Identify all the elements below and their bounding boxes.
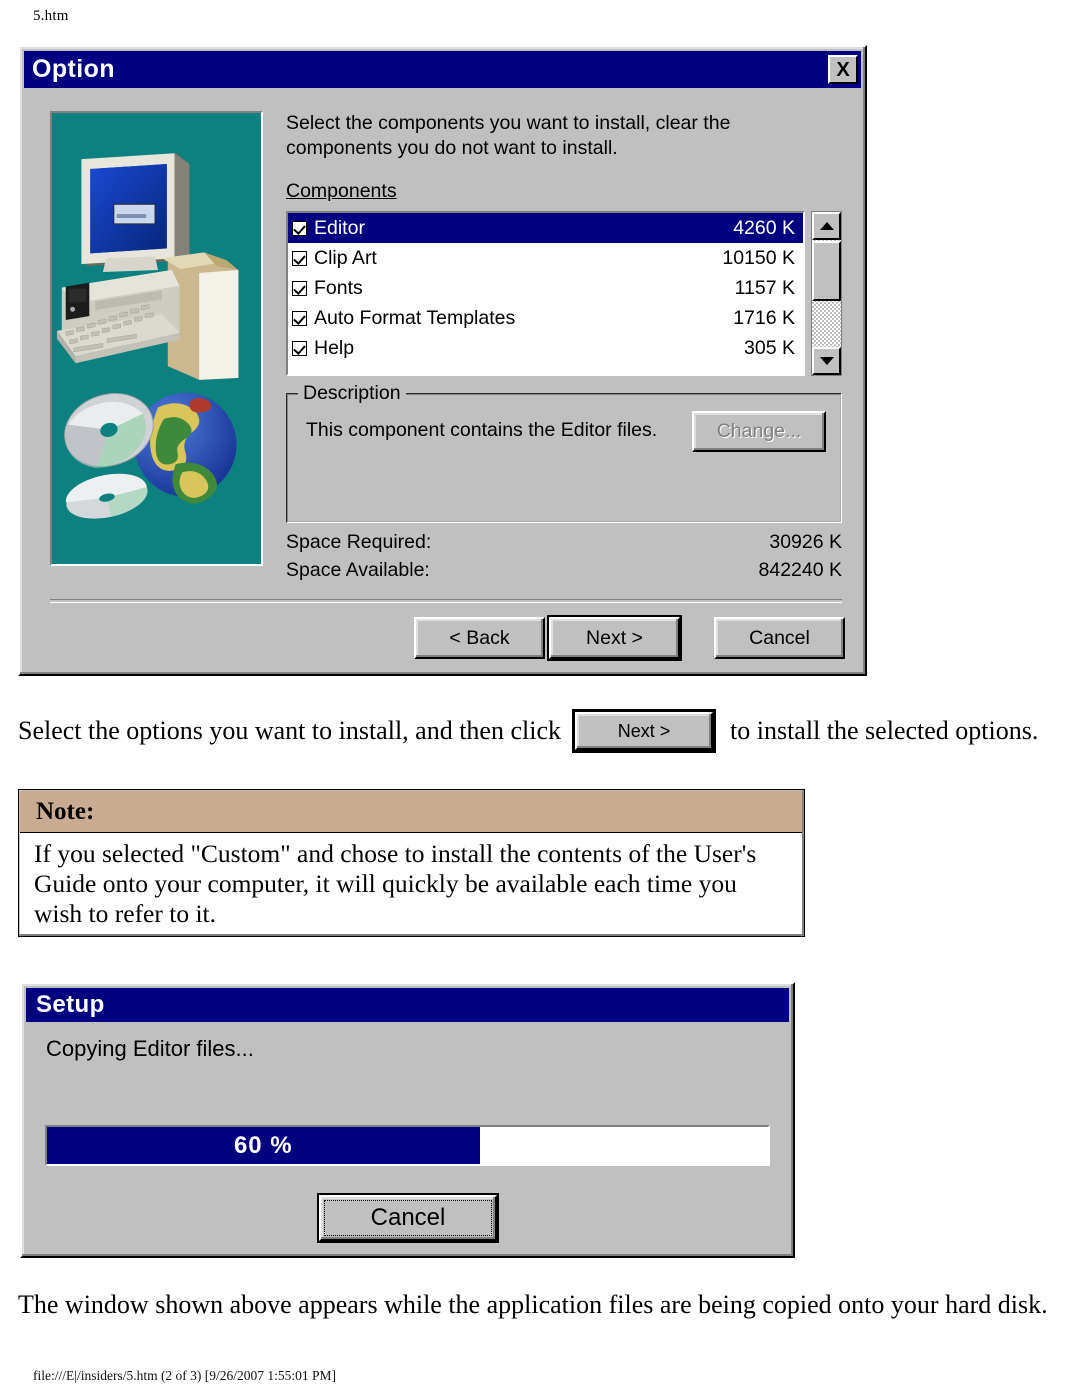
checkbox-icon[interactable] [292, 220, 307, 236]
component-size: 10150 K [722, 246, 795, 269]
setup-dialog-titlebar: Setup [26, 988, 789, 1022]
back-button[interactable]: < Back [414, 617, 545, 659]
focus-rectangle [324, 1200, 492, 1236]
next-button[interactable]: Next > [549, 617, 680, 659]
instruction-paragraph-2: The window shown above appears while the… [18, 1290, 1048, 1319]
component-row[interactable]: Auto Format Templates 1716 K [288, 303, 803, 333]
close-icon[interactable]: X [828, 55, 858, 84]
setup-dialog: Setup Copying Editor files... 60 % Cance… [20, 982, 795, 1258]
component-size: 1157 K [734, 276, 795, 299]
space-available-row: Space Available: 842240 K [286, 559, 842, 582]
description-groupbox: Description This component contains the … [286, 382, 842, 523]
scroll-down-button[interactable] [812, 347, 841, 375]
description-text: This component contains the Editor files… [306, 419, 658, 441]
space-available-value: 842240 K [758, 559, 843, 581]
space-available-label: Space Available: [286, 559, 430, 581]
triangle-down-icon [819, 357, 834, 365]
components-label-mnemonic: Components [286, 180, 397, 202]
scrollbar-thumb[interactable] [812, 241, 841, 301]
component-size: 305 K [744, 336, 795, 359]
paragraph-1-after: to install the selected options. [730, 716, 1039, 745]
setup-illustration [50, 111, 263, 566]
note-heading: Note: [20, 791, 802, 833]
components-label: Components [286, 180, 397, 203]
page-footer-path: file:///E|/insiders/5.htm (2 of 3) [9/26… [33, 1368, 337, 1383]
checkbox-icon[interactable] [292, 280, 307, 296]
inline-next-button[interactable]: Next > [575, 712, 714, 750]
option-dialog: Option X Select the components you want … [18, 45, 867, 676]
triangle-up-icon [819, 222, 834, 230]
components-listbox[interactable]: Editor 4260 K Clip Art 10150 K Fonts 1157 K Au… [286, 211, 805, 376]
note-body-text: If you selected "Custom" and chose to in… [34, 839, 757, 928]
space-required-row: Space Required: 30926 K [286, 531, 842, 554]
note-box: Note: If you selected "Custom" and chose… [18, 789, 805, 937]
cancel-button[interactable]: Cancel [714, 617, 845, 659]
checkbox-icon[interactable] [292, 340, 307, 356]
option-dialog-title: Option [32, 55, 115, 83]
component-name: Help [314, 336, 355, 359]
option-instruction-text: Select the components you want to instal… [286, 112, 731, 159]
space-required-label: Space Required: [286, 531, 432, 553]
option-dialog-titlebar: Option X [24, 51, 861, 88]
page-header-filename: 5.htm [33, 8, 69, 24]
checkbox-icon[interactable] [292, 310, 307, 326]
description-group-title: Description [298, 382, 406, 405]
component-size: 4260 K [733, 216, 795, 239]
setup-dialog-title: Setup [36, 991, 105, 1018]
component-row[interactable]: Clip Art 10150 K [288, 243, 803, 273]
instruction-paragraph-1: Select the options you want to install, … [18, 712, 1038, 750]
component-size: 1716 K [733, 306, 795, 329]
paragraph-1-before: Select the options you want to install, … [18, 716, 562, 745]
space-required-value: 30926 K [769, 531, 842, 553]
component-name: Editor [314, 216, 365, 239]
progress-bar-label: 60 % [233, 1131, 293, 1159]
checkbox-icon[interactable] [292, 250, 307, 266]
scroll-up-button[interactable] [812, 212, 841, 240]
computer-box-cd-globe-artwork [56, 153, 239, 519]
component-name: Fonts [314, 276, 363, 299]
divider [50, 599, 842, 603]
component-name: Auto Format Templates [314, 306, 516, 329]
progress-bar: 60 % [45, 1125, 770, 1166]
component-row[interactable]: Help 305 K [288, 333, 803, 363]
component-row[interactable]: Fonts 1157 K [288, 273, 803, 303]
components-scrollbar[interactable] [811, 211, 842, 376]
setup-status-text: Copying Editor files... [46, 1036, 254, 1061]
component-row[interactable]: Editor 4260 K [288, 213, 803, 243]
change-button[interactable]: Change... [692, 411, 826, 452]
component-name: Clip Art [314, 246, 377, 269]
setup-cancel-button[interactable]: Cancel [319, 1195, 497, 1241]
